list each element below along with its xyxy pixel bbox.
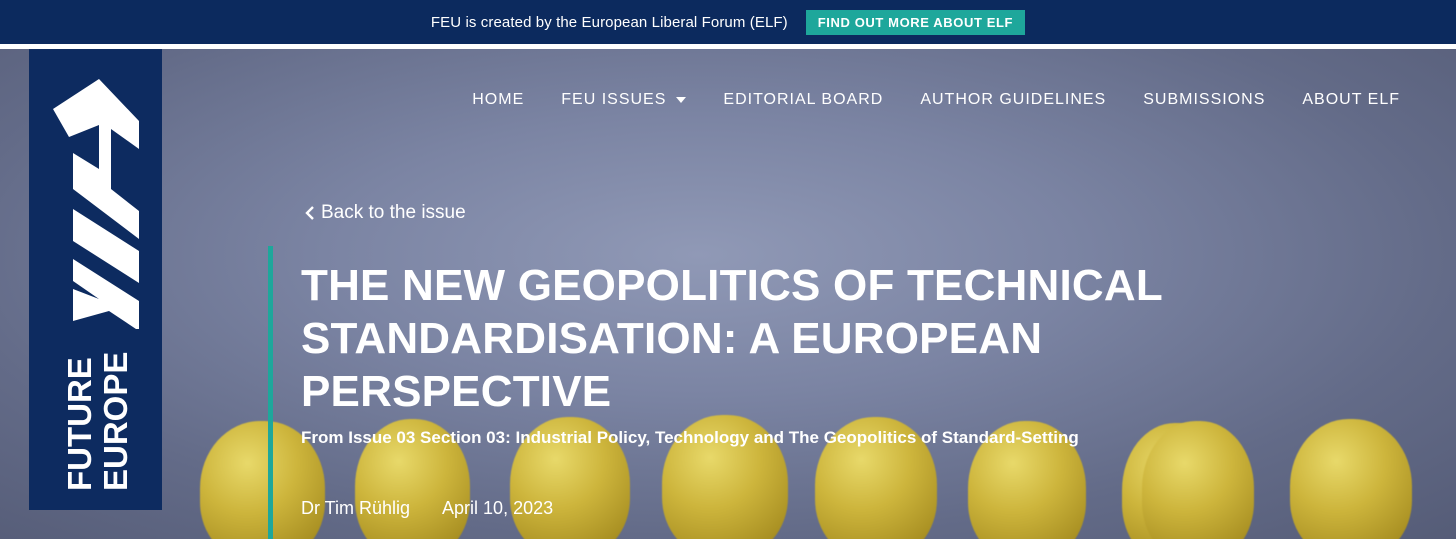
hero-banner: FUTURE EUROPE HOME FEU ISSUES EDITORIAL … <box>0 49 1456 539</box>
back-to-issue-link[interactable]: Back to the issue <box>305 202 466 224</box>
nav-feu-issues-label: FEU ISSUES <box>561 91 667 108</box>
nav-editorial-board[interactable]: EDITORIAL BOARD <box>723 91 883 109</box>
announcement-text: FEU is created by the European Liberal F… <box>430 13 788 31</box>
article-meta: Dr Tim Rühlig April 10, 2023 <box>301 498 553 519</box>
article-author: Dr Tim Rühlig <box>301 498 411 518</box>
nav-home-label: HOME <box>472 91 525 108</box>
nav-about-elf[interactable]: ABOUT ELF <box>1302 91 1400 109</box>
logo-line-europe: EUROPE <box>97 351 134 491</box>
title-accent-bar <box>268 246 273 539</box>
back-to-issue-label: Back to the issue <box>321 202 466 223</box>
nav-submissions-label: SUBMISSIONS <box>1143 91 1266 108</box>
nav-home[interactable]: HOME <box>472 91 524 109</box>
main-navigation: HOME FEU ISSUES EDITORIAL BOARD AUTHOR G… <box>472 91 1400 109</box>
article-date: April 10, 2023 <box>442 498 554 518</box>
nav-author-guidelines[interactable]: AUTHOR GUIDELINES <box>920 91 1106 109</box>
nav-submissions[interactable]: SUBMISSIONS <box>1143 91 1265 109</box>
site-logo[interactable]: FUTURE EUROPE <box>29 49 162 510</box>
nav-author-guidelines-label: AUTHOR GUIDELINES <box>920 91 1107 108</box>
logo-wordmark: FUTURE EUROPE <box>51 345 141 495</box>
chevron-left-icon <box>305 206 314 220</box>
nav-about-elf-label: ABOUT ELF <box>1302 91 1400 108</box>
chevron-down-icon <box>676 97 687 103</box>
feu-logo-mark-icon <box>53 79 139 329</box>
logo-line-future: FUTURE <box>61 357 98 491</box>
nav-feu-issues[interactable]: FEU ISSUES <box>561 91 687 109</box>
nav-editorial-board-label: EDITORIAL BOARD <box>723 91 884 108</box>
article-title: THE NEW GEOPOLITICS OF TECHNICAL STANDAR… <box>301 261 1163 416</box>
find-out-more-button[interactable]: FIND OUT MORE ABOUT ELF <box>805 9 1026 35</box>
announcement-bar: FEU is created by the European Liberal F… <box>0 0 1456 44</box>
article-section-link[interactable]: From Issue 03 Section 03: Industrial Pol… <box>301 428 1079 448</box>
